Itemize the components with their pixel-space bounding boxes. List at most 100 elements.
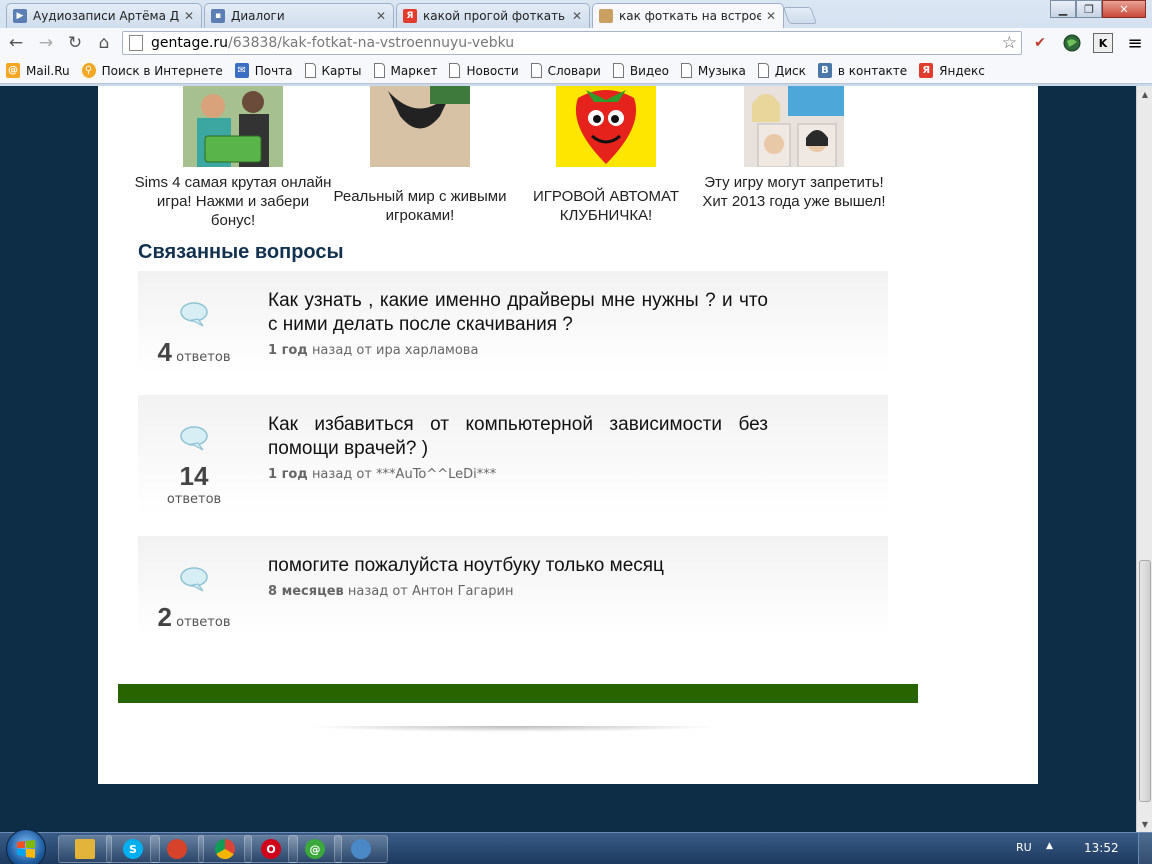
bookmark-mail[interactable]: ✉ Почта [234, 63, 293, 78]
close-icon[interactable]: ✕ [375, 9, 387, 23]
promo-caption[interactable]: ИГРОВОЙ АВТОМАТ КЛУБНИЧКА! [506, 187, 706, 225]
question-card[interactable]: 14 ответов Как избавиться от компьютерно… [138, 395, 888, 515]
taskbar-app[interactable] [334, 835, 388, 863]
tab-audio[interactable]: ▶ Аудиозаписи Артёма Дут ✕ [6, 3, 202, 28]
music-player-icon [167, 839, 187, 859]
home-button[interactable]: ⌂ [92, 32, 116, 54]
bookmark-label: Почта [254, 63, 293, 78]
kaspersky-icon[interactable]: ✔ [1030, 33, 1050, 53]
tab-current[interactable]: как фоткать на встроенн ✕ [592, 3, 784, 28]
bookmark-video[interactable]: Видео [612, 63, 669, 78]
promo-caption[interactable]: Sims 4 самая крутая онлайн игра! Нажми и… [133, 173, 333, 230]
window-controls: ▁ ❐ ✕ [1050, 0, 1146, 18]
tab-search[interactable]: Я какой прогой фоткать с ✕ [396, 3, 590, 28]
minimize-button[interactable]: ▁ [1050, 0, 1076, 18]
question-title-link[interactable]: Как избавиться от компьютерной зависимос… [268, 413, 768, 461]
question-meta: 8 месяцев назад от Антон Гагарин [268, 584, 513, 599]
promo-strawberry[interactable]: ИГРОВОЙ АВТОМАТ КЛУБНИЧКА! [506, 86, 706, 225]
question-card[interactable]: 2 ответов помогите пожалуйста ноутбуку т… [138, 536, 888, 636]
maximize-button[interactable]: ❐ [1076, 0, 1102, 18]
bookmark-label: Диск [774, 63, 806, 78]
page-icon [129, 35, 143, 51]
promo-image[interactable] [370, 86, 470, 167]
scrollbar-thumb[interactable] [1139, 560, 1151, 802]
promo-sims-1[interactable]: Sims 4 самая крутая онлайн игра! Нажми и… [133, 86, 333, 230]
promo-image[interactable] [744, 86, 844, 167]
bookmark-market[interactable]: Маркет [373, 63, 437, 78]
scroll-up-arrow-icon[interactable]: ▲ [1137, 86, 1152, 102]
question-meta: 1 год назад от ***AuTo^^LeDi*** [268, 467, 496, 482]
page-icon [757, 63, 769, 78]
menu-icon[interactable]: ≡ [1125, 33, 1145, 54]
close-icon[interactable]: ✕ [765, 9, 777, 23]
answer-count-unit: ответов [176, 350, 231, 365]
site-icon [599, 9, 613, 23]
bookmark-label: Словари [547, 63, 601, 78]
bookmark-label: в контакте [837, 63, 908, 78]
question-author: назад от Антон Гагарин [347, 584, 514, 599]
promo-image[interactable] [556, 86, 656, 167]
tab-label: какой прогой фоткать с [423, 9, 567, 23]
bookmark-mailru[interactable]: @ Mail.Ru [6, 63, 70, 78]
bookmark-maps[interactable]: Карты [304, 63, 362, 78]
clock[interactable]: 13:52 [1084, 841, 1119, 855]
bookmark-disk[interactable]: Диск [757, 63, 806, 78]
explorer-icon [75, 839, 95, 859]
page-content: Sims 4 самая крутая онлайн игра! Нажми и… [98, 86, 1038, 784]
promo-caption[interactable]: Эту игру могут запретить! Хит 2013 года … [694, 173, 894, 211]
footer-divider-shadow [303, 726, 723, 732]
promo-image[interactable] [183, 86, 283, 167]
bookmark-search[interactable]: ⚲ Поиск в Интернете [81, 63, 223, 78]
language-indicator[interactable]: RU [1016, 841, 1032, 854]
bookmark-label: Поиск в Интернете [101, 63, 223, 78]
bookmark-dictionaries[interactable]: Словари [530, 63, 601, 78]
question-age: 1 год [268, 467, 308, 482]
new-tab-button[interactable] [782, 7, 818, 24]
taskbar-music-player[interactable] [150, 835, 204, 863]
bookmark-label: Карты [321, 63, 362, 78]
question-card[interactable]: 4 ответов Как узнать , какие именно драй… [138, 271, 888, 373]
question-title-link[interactable]: помогите пожалуйста ноутбуку только меся… [268, 554, 768, 578]
answer-count-number: 4 [157, 337, 172, 367]
scroll-down-arrow-icon[interactable]: ▼ [1137, 816, 1152, 832]
play-icon: ▶ [13, 9, 27, 23]
promo-caption[interactable]: Реальный мир с живыми игроками! [320, 187, 520, 225]
bookmark-vk[interactable]: B в контакте [817, 63, 908, 78]
chrome-icon [215, 839, 235, 859]
promo-sims-2[interactable]: Эту игру могут запретить! Хит 2013 года … [694, 86, 894, 211]
mail-icon: ✉ [234, 63, 249, 78]
tab-label: Диалоги [231, 9, 285, 23]
bookmark-music[interactable]: Музыка [680, 63, 746, 78]
close-icon[interactable]: ✕ [571, 9, 583, 23]
close-window-button[interactable]: ✕ [1102, 0, 1146, 18]
yandex-icon: Я [919, 63, 934, 78]
question-title-link[interactable]: Как узнать , какие именно драйверы мне н… [268, 289, 768, 337]
tab-strip: ▶ Аудиозаписи Артёма Дут ✕ ▪ Диалоги ✕ Я… [0, 0, 1152, 28]
vertical-scrollbar[interactable]: ▲ ▼ [1136, 86, 1152, 832]
start-button[interactable] [6, 829, 46, 864]
address-bar[interactable]: gentage.ru/63838/kak-fotkat-na-vstroennu… [122, 31, 1022, 55]
k-extension-icon[interactable]: K [1093, 33, 1113, 53]
question-age: 1 год [268, 343, 308, 358]
question-meta: 1 год назад от ира харламова [268, 343, 478, 358]
reload-button[interactable]: ↻ [63, 32, 87, 54]
bookmark-yandex[interactable]: Я Яндекс [919, 63, 985, 78]
forward-button[interactable]: → [34, 32, 58, 54]
taskbar-explorer[interactable] [58, 835, 112, 863]
show-desktop-button[interactable] [1138, 833, 1152, 864]
tab-dialogs[interactable]: ▪ Диалоги ✕ [204, 3, 394, 28]
globe-icon[interactable] [1062, 33, 1082, 53]
tray-expand-icon[interactable]: ▲ [1046, 841, 1053, 851]
bookmarks-bar: @ Mail.Ru ⚲ Поиск в Интернете ✉ Почта Ка… [0, 58, 1152, 84]
mail-agent-icon: @ [305, 839, 325, 859]
bookmark-news[interactable]: Новости [449, 63, 519, 78]
back-button[interactable]: ← [4, 32, 28, 54]
close-icon[interactable]: ✕ [183, 9, 195, 23]
mailru-icon: @ [6, 63, 20, 78]
answer-count-number: 2 [157, 602, 172, 632]
promo-real-world[interactable]: Реальный мир с живыми игроками! [320, 86, 520, 225]
question-age: 8 месяцев [268, 584, 344, 599]
speech-bubble-icon [180, 567, 208, 592]
bookmark-star-icon[interactable]: ☆ [1002, 33, 1017, 53]
tab-label: как фоткать на встроенн [619, 9, 761, 23]
